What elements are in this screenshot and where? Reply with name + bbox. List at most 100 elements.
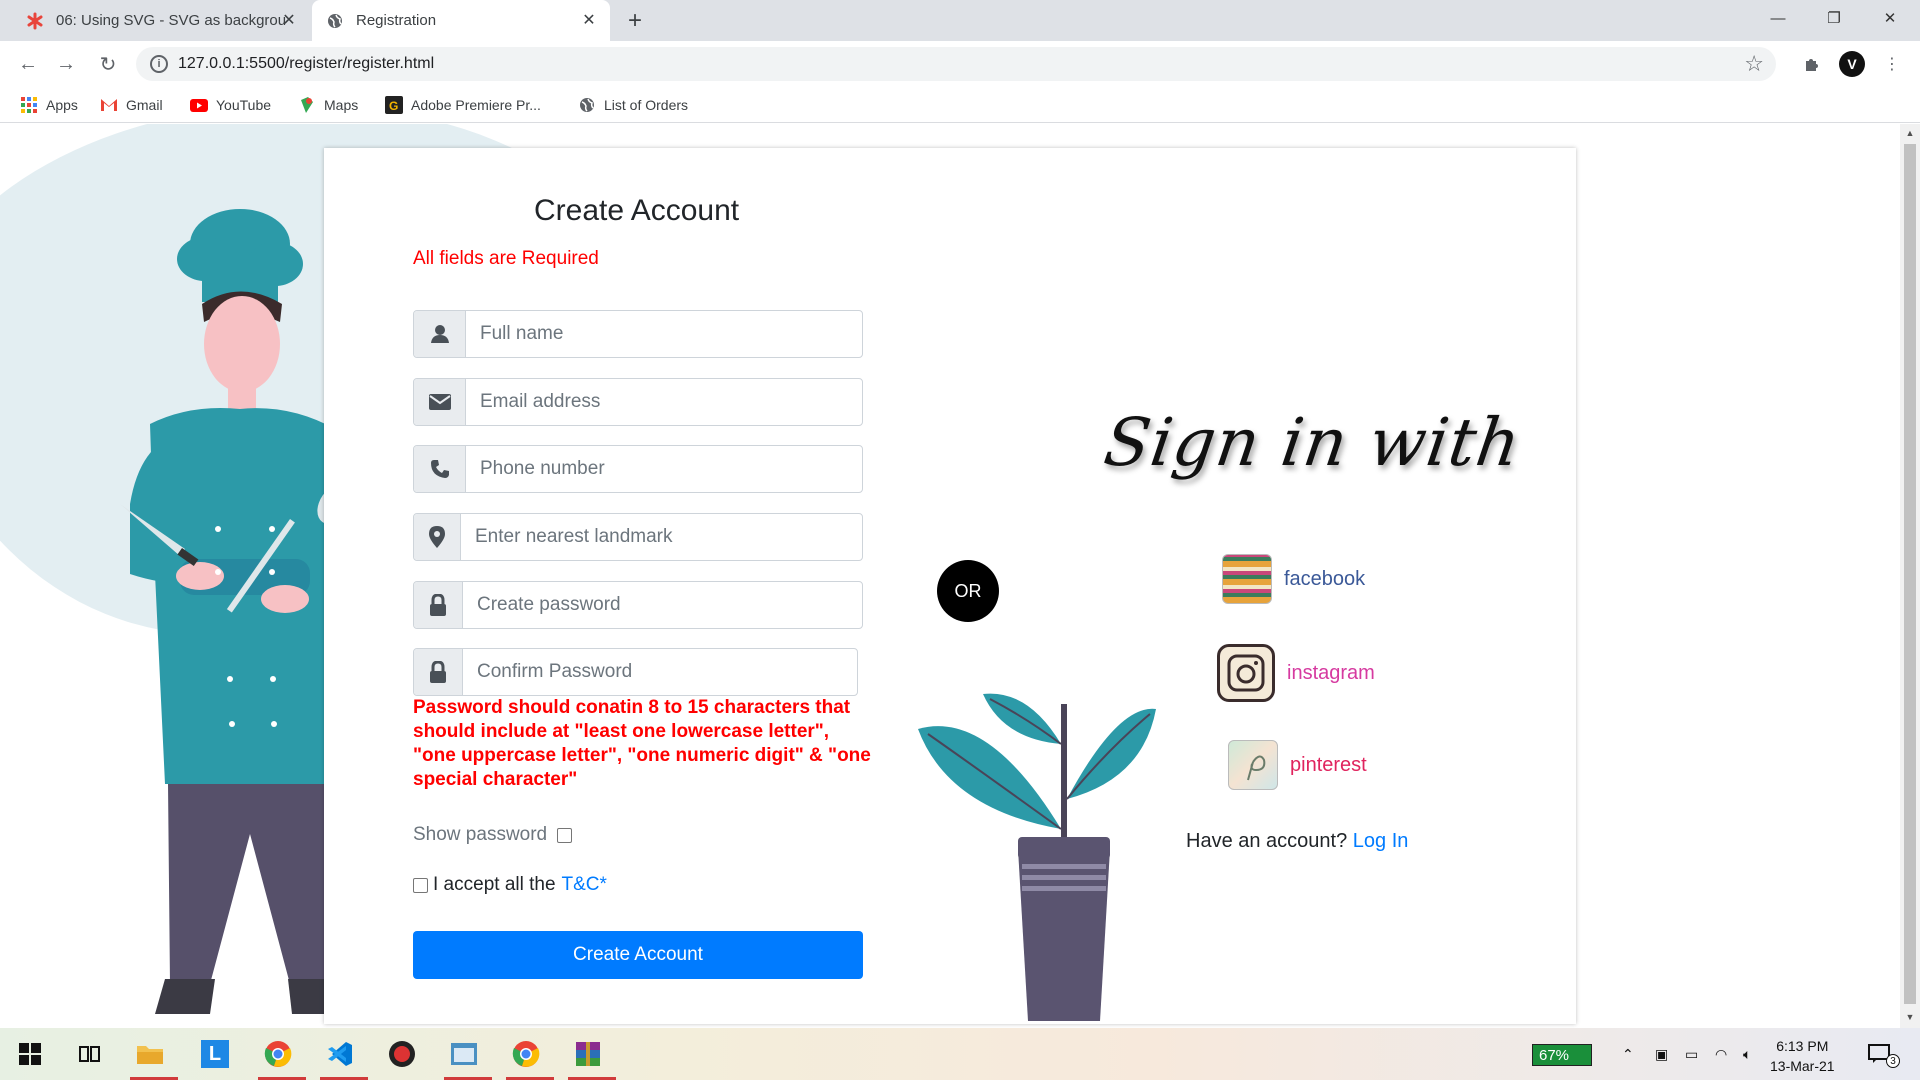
tab-title: 06: Using SVG - SVG as backgrou: [56, 12, 287, 29]
instagram-icon: [1217, 644, 1275, 702]
globe-icon: [326, 12, 344, 30]
minimize-button[interactable]: —: [1750, 0, 1806, 36]
apps-grid-icon: [20, 96, 38, 114]
close-window-button[interactable]: ✕: [1862, 0, 1918, 36]
info-icon[interactable]: i: [150, 55, 168, 73]
app-red-icon[interactable]: [382, 1036, 422, 1072]
chevron-up-icon[interactable]: ⌃: [1622, 1028, 1634, 1080]
menu-kebab-icon[interactable]: ⋮: [1878, 50, 1906, 78]
battery-indicator[interactable]: 67%: [1532, 1044, 1592, 1066]
landmark-input[interactable]: [461, 514, 862, 560]
chrome-icon[interactable]: [258, 1036, 306, 1080]
envelope-icon: [414, 379, 466, 425]
windows-taskbar: L 67% ⌃ ▣ ▭ ◠ 🔈︎ 6:13 PM 13-Mar-21 3: [0, 1028, 1920, 1080]
email-input[interactable]: [466, 379, 862, 425]
close-tab-icon[interactable]: ✕: [280, 11, 298, 29]
page-viewport: Create Account All fields are Required F…: [0, 124, 1900, 1028]
bookmark-list-of-orders[interactable]: List of Orders: [578, 95, 688, 115]
file-explorer-icon[interactable]: [130, 1036, 178, 1080]
reload-button[interactable]: ↻: [94, 50, 122, 78]
maximize-button[interactable]: ❐: [1806, 0, 1862, 36]
email-field: [413, 378, 863, 426]
fullname-input[interactable]: [466, 311, 862, 357]
plant-illustration: [918, 693, 1156, 1021]
youtube-icon: [190, 96, 208, 114]
asterisk-icon: [26, 12, 44, 30]
vscode-icon[interactable]: [320, 1036, 368, 1080]
extensions-puzzle-icon[interactable]: [1798, 50, 1826, 78]
back-button[interactable]: ←: [14, 50, 42, 78]
bookmark-youtube[interactable]: YouTube: [190, 95, 271, 115]
task-view-icon[interactable]: [70, 1036, 110, 1072]
pinterest-signin[interactable]: pinterest: [1228, 740, 1367, 790]
bookmark-star-icon[interactable]: ☆: [1744, 51, 1764, 77]
globe-icon: [578, 96, 596, 114]
login-link[interactable]: Log In: [1353, 830, 1409, 852]
tab-strip: 06: Using SVG - SVG as backgrou ✕ Regist…: [0, 0, 1920, 41]
windows-start-icon[interactable]: [10, 1036, 50, 1072]
page-scrollbar[interactable]: ▲ ▼: [1900, 124, 1920, 1028]
have-account-label: Have an account?: [1186, 830, 1348, 852]
l-app-icon[interactable]: L: [195, 1036, 235, 1072]
confirm-password-input[interactable]: [463, 649, 857, 695]
pinterest-icon: [1228, 740, 1278, 790]
battery-icon[interactable]: ▭: [1685, 1028, 1698, 1080]
scroll-down-icon[interactable]: ▼: [1904, 1012, 1916, 1024]
tab-registration[interactable]: Registration ✕: [312, 0, 610, 41]
profile-avatar[interactable]: V: [1838, 50, 1866, 78]
bookmark-apps[interactable]: Apps: [20, 95, 78, 115]
url-text: 127.0.0.1:5500/register/register.html: [178, 55, 435, 72]
premiere-icon: G: [385, 96, 403, 114]
chrome-icon-2[interactable]: [506, 1036, 554, 1080]
bookmark-gmail[interactable]: Gmail: [100, 95, 163, 115]
tab-svg-background[interactable]: 06: Using SVG - SVG as backgrou ✕: [12, 0, 310, 41]
required-note: All fields are Required: [413, 248, 599, 269]
fullname-field: [413, 310, 863, 358]
confirm-password-field: [413, 648, 858, 696]
maps-pin-icon: [298, 96, 316, 114]
phone-icon: [414, 446, 466, 492]
new-tab-button[interactable]: +: [622, 7, 648, 34]
form-title: Create Account: [534, 194, 740, 227]
lock-icon: [414, 582, 463, 628]
scrollbar-thumb[interactable]: [1904, 144, 1916, 1004]
password-input[interactable]: [463, 582, 862, 628]
facebook-signin[interactable]: facebook: [1222, 554, 1365, 604]
terms-row: I accept all the T&C*: [413, 874, 607, 896]
system-clock[interactable]: 6:13 PM 13-Mar-21: [1770, 1036, 1835, 1076]
accept-terms-label: I accept all the: [433, 874, 556, 895]
phone-input[interactable]: [466, 446, 862, 492]
clock-date: 13-Mar-21: [1770, 1058, 1835, 1074]
winrar-icon[interactable]: [568, 1036, 616, 1080]
show-password-checkbox[interactable]: [557, 827, 573, 843]
password-hint: Password should conatin 8 to 15 characte…: [413, 697, 871, 790]
browser-toolbar: ← → ↻ i 127.0.0.1:5500/register/register…: [0, 41, 1920, 87]
pinterest-label: pinterest: [1290, 753, 1367, 776]
svg-text:G: G: [389, 99, 398, 113]
or-divider: OR: [937, 560, 999, 622]
create-account-button[interactable]: Create Account: [413, 931, 863, 979]
terms-link[interactable]: T&C*: [562, 874, 607, 896]
volume-icon[interactable]: 🔈︎: [1743, 1028, 1751, 1080]
instagram-signin[interactable]: instagram: [1217, 644, 1375, 702]
notification-count: 3: [1886, 1054, 1900, 1068]
scroll-up-icon[interactable]: ▲: [1904, 128, 1916, 140]
notification-center-icon[interactable]: 3: [1868, 1028, 1900, 1080]
landmark-field: [413, 513, 863, 561]
app-window-icon[interactable]: [444, 1036, 492, 1080]
lock-icon: [414, 649, 463, 695]
address-bar[interactable]: i 127.0.0.1:5500/register/register.html …: [136, 47, 1776, 81]
show-password-row: Show password: [413, 824, 573, 846]
bookmark-adobe-premiere[interactable]: G Adobe Premiere Pr...: [385, 95, 541, 115]
close-tab-icon[interactable]: ✕: [580, 11, 598, 29]
bookmark-maps[interactable]: Maps: [298, 95, 358, 115]
meet-now-icon[interactable]: ▣: [1655, 1028, 1668, 1080]
forward-button[interactable]: →: [52, 50, 80, 78]
map-marker-icon: [414, 514, 461, 560]
phone-field: [413, 445, 863, 493]
show-password-label: Show password: [413, 824, 548, 845]
have-account-row: Have an account? Log In: [1186, 830, 1408, 853]
wifi-icon[interactable]: ◠: [1715, 1028, 1727, 1080]
bookmarks-bar: Apps Gmail YouTube Maps G Adobe Premiere…: [0, 87, 1920, 123]
accept-terms-checkbox[interactable]: [413, 877, 428, 893]
